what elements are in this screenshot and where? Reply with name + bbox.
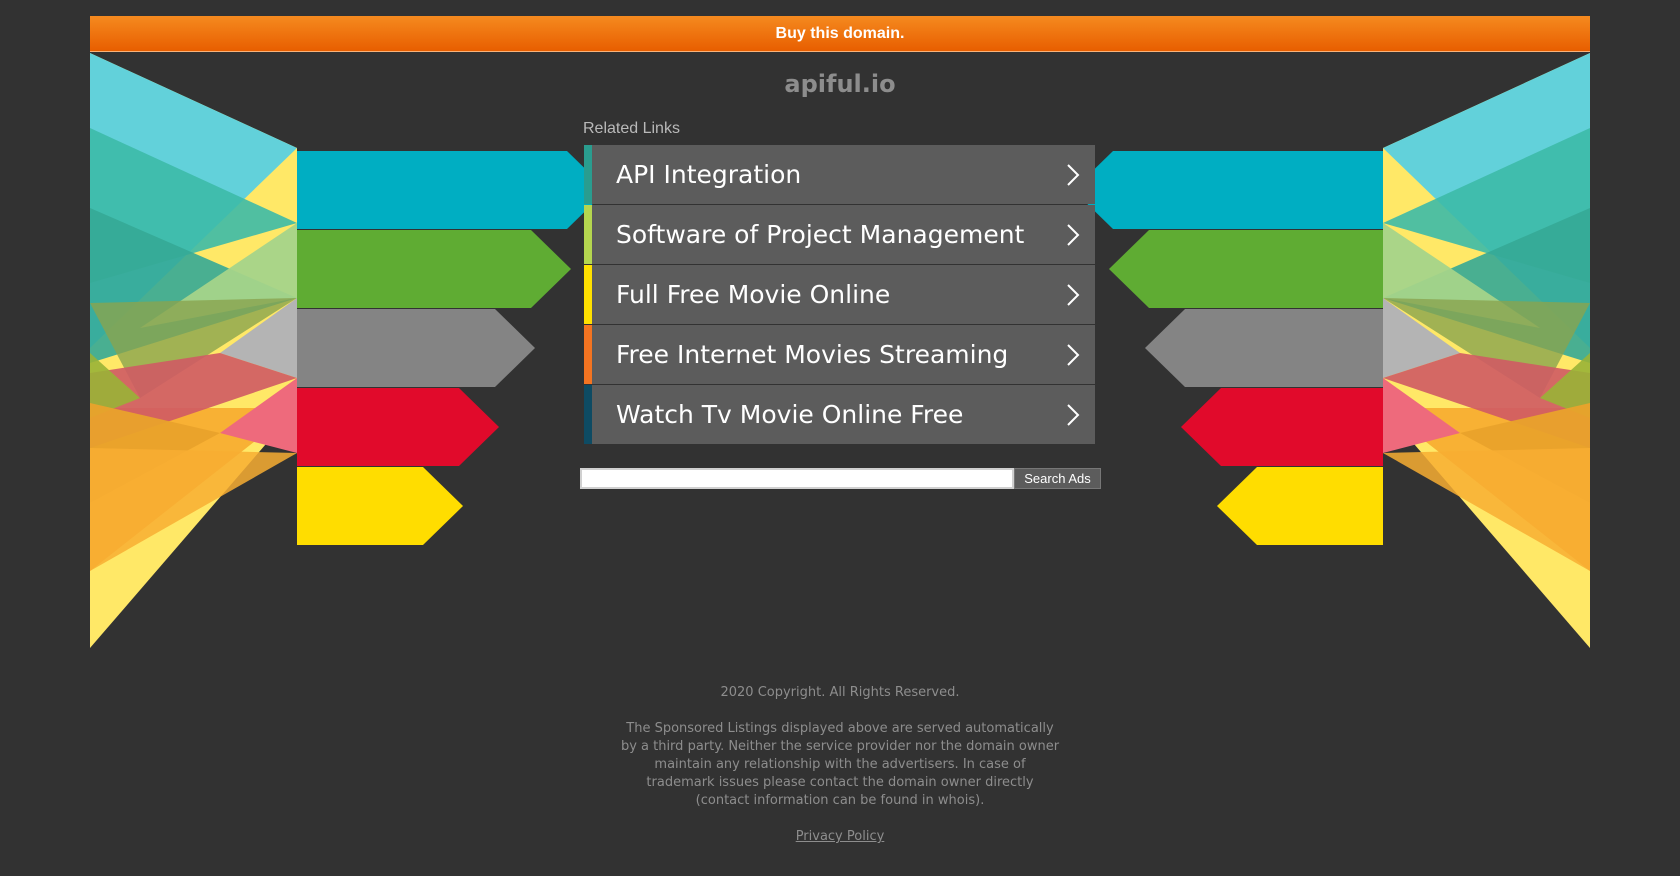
link-color-stripe — [584, 265, 592, 324]
left-arrow-cyan — [297, 151, 607, 229]
related-link-software-project-management[interactable]: Software of Project Management — [584, 205, 1095, 264]
left-wing — [90, 53, 297, 648]
chevron-right-icon — [1067, 223, 1080, 246]
search-ads-input[interactable] — [580, 468, 1014, 489]
related-link-label: Software of Project Management — [616, 220, 1025, 249]
buy-domain-link[interactable]: Buy this domain. — [776, 25, 905, 43]
related-link-label: Full Free Movie Online — [616, 280, 891, 309]
disclaimer-text: The Sponsored Listings displayed above a… — [620, 721, 1060, 808]
search-ads-form: Search Ads — [580, 468, 1101, 489]
buy-domain-bar: Buy this domain. — [90, 16, 1590, 52]
link-color-stripe — [584, 325, 592, 384]
domain-name: apiful.io — [784, 70, 896, 98]
search-ads-button[interactable]: Search Ads — [1014, 468, 1101, 489]
link-color-stripe — [584, 385, 592, 444]
related-link-watch-tv-movie-online-free[interactable]: Watch Tv Movie Online Free — [584, 385, 1095, 444]
link-color-stripe — [584, 145, 592, 204]
link-color-stripe — [584, 205, 592, 264]
privacy-policy-link[interactable]: Privacy Policy — [796, 829, 885, 844]
chevron-right-icon — [1067, 163, 1080, 186]
related-link-label: Watch Tv Movie Online Free — [616, 400, 964, 429]
chevron-right-icon — [1067, 343, 1080, 366]
left-arrow-gray — [297, 309, 535, 387]
chevron-right-icon — [1067, 283, 1080, 306]
related-links-title: Related Links — [583, 120, 680, 137]
right-wing — [1073, 53, 1590, 648]
copyright-text: 2020 Copyright. All Rights Reserved. — [720, 685, 960, 700]
chevron-right-icon — [1067, 403, 1080, 426]
related-link-label: Free Internet Movies Streaming — [616, 340, 1009, 369]
related-links-list: API Integration Software of Project Mana… — [584, 145, 1095, 445]
related-link-free-internet-movies-streaming[interactable]: Free Internet Movies Streaming — [584, 325, 1095, 384]
related-link-api-integration[interactable]: API Integration — [584, 145, 1095, 204]
footer: 2020 Copyright. All Rights Reserved. The… — [0, 684, 1680, 846]
left-arrow-green — [297, 230, 571, 308]
related-link-label: API Integration — [616, 160, 802, 189]
left-arrow-red — [297, 388, 499, 466]
left-arrow-yellow — [297, 467, 463, 545]
related-link-full-free-movie-online[interactable]: Full Free Movie Online — [584, 265, 1095, 324]
